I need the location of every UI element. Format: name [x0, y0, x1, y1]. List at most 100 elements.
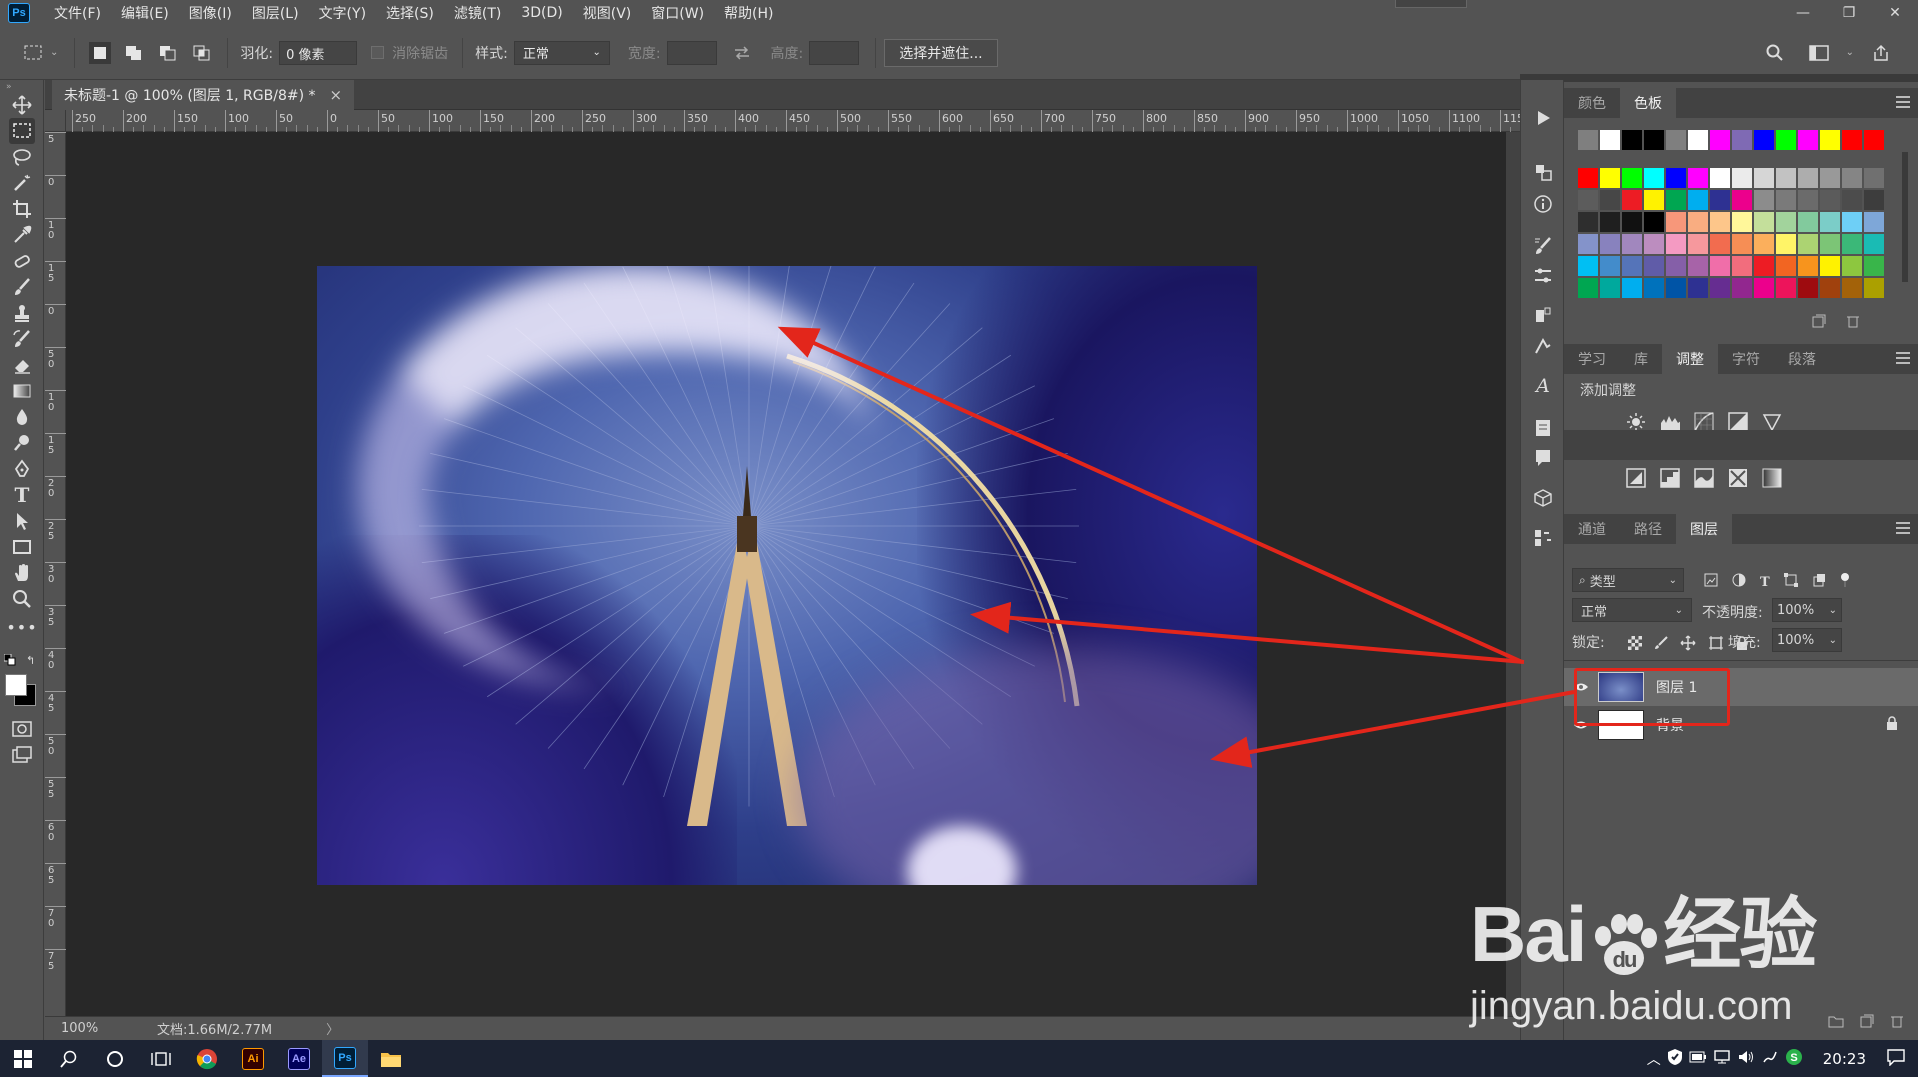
battery-icon[interactable]: [1689, 1050, 1707, 1068]
color-swatch[interactable]: [1688, 256, 1708, 276]
gradient-tool-icon[interactable]: [9, 378, 35, 404]
color-swatch[interactable]: [1644, 278, 1664, 298]
tab-paragraph[interactable]: 段落: [1774, 344, 1830, 374]
color-swatch[interactable]: [1622, 130, 1642, 150]
filter-type-icon[interactable]: T: [1760, 575, 1770, 590]
menu-layer[interactable]: 图层(L): [242, 3, 309, 23]
color-swatch[interactable]: [1622, 190, 1642, 210]
color-swatch[interactable]: [1754, 234, 1774, 254]
eraser-tool-icon[interactable]: [9, 352, 35, 378]
color-swatch[interactable]: [1776, 190, 1796, 210]
blur-tool-icon[interactable]: [9, 404, 35, 430]
color-swatch[interactable]: [1688, 168, 1708, 188]
opacity-input[interactable]: 100% ⌄: [1772, 598, 1842, 622]
hand-tool-icon[interactable]: [9, 560, 35, 586]
color-swatch[interactable]: [1798, 234, 1818, 254]
levels-icon[interactable]: [1660, 412, 1680, 432]
color-swatch[interactable]: [1622, 256, 1642, 276]
properties-icon[interactable]: [1531, 264, 1555, 288]
actions-icon[interactable]: [1531, 334, 1555, 358]
color-swatch[interactable]: [1754, 130, 1774, 150]
color-swatch[interactable]: [1644, 212, 1664, 232]
color-swatch[interactable]: [1710, 234, 1730, 254]
new-swatch-icon[interactable]: [1812, 314, 1826, 332]
swap-icon[interactable]: [731, 42, 753, 64]
color-swatch[interactable]: [1688, 278, 1708, 298]
panel-menu-icon[interactable]: [1896, 352, 1910, 364]
illustrator-icon[interactable]: Ai: [230, 1040, 276, 1077]
color-swatch[interactable]: [1864, 278, 1884, 298]
color-swatch[interactable]: [1710, 212, 1730, 232]
color-swatch[interactable]: [1798, 256, 1818, 276]
tab-channels[interactable]: 通道: [1564, 514, 1620, 544]
color-swatch[interactable]: [1842, 168, 1862, 188]
share-icon[interactable]: [1870, 42, 1892, 64]
color-swatch[interactable]: [1622, 278, 1642, 298]
color-swatch[interactable]: [1820, 234, 1840, 254]
pen-ink-icon[interactable]: [1761, 1049, 1779, 1069]
color-swatch[interactable]: [1732, 256, 1752, 276]
notes-icon[interactable]: [1531, 416, 1555, 440]
cortana-icon[interactable]: [92, 1040, 138, 1077]
chevron-down-icon[interactable]: ⌄: [1846, 47, 1854, 58]
color-swatch[interactable]: [1578, 212, 1598, 232]
color-swatch[interactable]: [1820, 212, 1840, 232]
color-swatch[interactable]: [1842, 212, 1862, 232]
color-swatch[interactable]: [1754, 190, 1774, 210]
color-swatch[interactable]: [1688, 190, 1708, 210]
minimize-button[interactable]: —: [1780, 0, 1826, 26]
lock-artboard-icon[interactable]: [1708, 635, 1724, 655]
color-swatch[interactable]: [1710, 278, 1730, 298]
swap-colors-icon[interactable]: ↰: [26, 654, 38, 667]
color-swatch[interactable]: [1820, 130, 1840, 150]
brightness-icon[interactable]: [1626, 412, 1646, 432]
menu-file[interactable]: 文件(F): [44, 3, 111, 23]
file-explorer-icon[interactable]: [368, 1040, 414, 1077]
app-tray-s-icon[interactable]: S: [1785, 1048, 1803, 1070]
photoshop-taskbar-icon[interactable]: Ps: [322, 1040, 368, 1077]
delete-swatch-icon[interactable]: [1846, 314, 1860, 332]
width-input[interactable]: [666, 40, 717, 65]
history-brush-tool-icon[interactable]: [9, 326, 35, 352]
color-swatch[interactable]: [1644, 130, 1664, 150]
windows-start-icon[interactable]: [0, 1040, 46, 1077]
feather-input[interactable]: 0 像素: [279, 40, 358, 65]
color-swatch[interactable]: [1798, 212, 1818, 232]
menu-help[interactable]: 帮助(H): [714, 3, 783, 23]
subtract-selection-icon[interactable]: [157, 42, 179, 64]
filter-pixel-icon[interactable]: [1704, 573, 1718, 591]
new-selection-icon[interactable]: [89, 41, 112, 64]
color-swatch[interactable]: [1578, 256, 1598, 276]
menu-view[interactable]: 视图(V): [573, 3, 642, 23]
volume-icon[interactable]: [1737, 1049, 1755, 1069]
swatches-scrollbar[interactable]: [1902, 152, 1908, 282]
color-swatch[interactable]: [1578, 190, 1598, 210]
color-swatch[interactable]: [1842, 190, 1862, 210]
filter-adjustment-icon[interactable]: [1732, 573, 1746, 591]
color-swatch[interactable]: [1710, 190, 1730, 210]
color-swatch[interactable]: [1600, 190, 1620, 210]
color-swatch[interactable]: [1600, 278, 1620, 298]
color-swatch[interactable]: [1666, 190, 1686, 210]
play-icon[interactable]: [1531, 106, 1555, 130]
tab-adjustments[interactable]: 调整: [1662, 344, 1718, 374]
glyphs-icon[interactable]: A: [1531, 374, 1555, 398]
panel-menu-icon[interactable]: [1896, 96, 1910, 108]
path-selection-tool-icon[interactable]: [9, 508, 35, 534]
dodge-tool-icon[interactable]: [9, 430, 35, 456]
color-swatch[interactable]: [1666, 278, 1686, 298]
color-swatch[interactable]: [1864, 212, 1884, 232]
invert-icon[interactable]: [1626, 468, 1646, 488]
color-swatch[interactable]: [1754, 278, 1774, 298]
security-shield-icon[interactable]: [1667, 1048, 1683, 1070]
color-swatch[interactable]: [1820, 190, 1840, 210]
vertical-scrollbar[interactable]: [1506, 132, 1520, 1016]
tab-color[interactable]: 颜色: [1564, 88, 1620, 118]
menu-edit[interactable]: 编辑(E): [111, 3, 179, 23]
lock-icon[interactable]: [1886, 716, 1898, 734]
select-and-mask-button[interactable]: 选择并遮住...: [884, 38, 998, 67]
after-effects-icon[interactable]: Ae: [276, 1040, 322, 1077]
color-swatch[interactable]: [1644, 256, 1664, 276]
color-swatch[interactable]: [1842, 234, 1862, 254]
rectangle-tool-icon[interactable]: [9, 534, 35, 560]
